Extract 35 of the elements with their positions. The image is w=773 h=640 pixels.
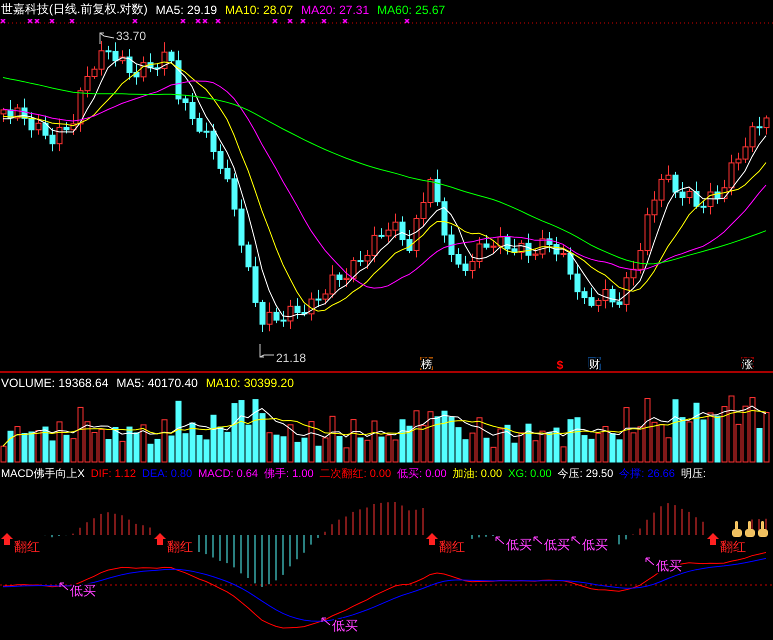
signal-label: 低买 — [332, 618, 358, 633]
indicator-value: 今压: 29.50 — [558, 467, 614, 481]
indicator-value: 二次翻红: 0.00 — [320, 467, 392, 481]
signal-label: 低买 — [544, 537, 570, 552]
indicator-value: MACD: 0.64 — [198, 468, 258, 480]
indicator-value: MA5: 29.19 — [156, 2, 218, 16]
indicator-value: XG: 0.00 — [508, 468, 552, 480]
indicator-value: 今撑: 26.66 — [619, 467, 675, 481]
signal-label: 翻红 — [439, 539, 465, 554]
indicator-value: DIF: 1.12 — [90, 468, 136, 480]
signal-label: 翻红 — [167, 539, 193, 554]
indicator-value: MA5: 40170.40 — [116, 376, 198, 390]
signal-label: 低买 — [582, 537, 608, 552]
indicator-value: MA60: 25.67 — [377, 2, 446, 16]
event-tag: 涨 — [741, 357, 754, 371]
high-price-label: 33.70 — [116, 29, 146, 43]
signal-label: 翻红 — [720, 539, 746, 554]
indicator-value: 加油: 0.00 — [452, 467, 502, 481]
indicator-title: MACD佛手向上X — [1, 467, 85, 481]
indicator-value: MA20: 27.31 — [301, 2, 370, 16]
indicator-value: 低买: 0.00 — [397, 467, 447, 481]
indicator-value: DEA: 0.80 — [142, 468, 192, 480]
signal-label: 低买 — [506, 537, 532, 552]
indicator-value: MA10: 28.07 — [225, 2, 294, 16]
signal-label: 翻红 — [14, 539, 40, 554]
indicator-value: MA10: 30399.20 — [206, 376, 294, 390]
indicator-value: 明压: — [680, 467, 706, 481]
signal-label: 低买 — [70, 583, 96, 598]
stock-title: 世嘉科技(日线.前复权.对数) — [1, 1, 148, 18]
indicator-value: 佛手: 1.00 — [264, 467, 314, 481]
event-tag: 财 — [588, 357, 601, 371]
event-tag: 榜 — [420, 357, 433, 371]
event-tag: $ — [556, 358, 564, 371]
indicator-value: VOLUME: 19368.64 — [1, 376, 108, 390]
low-price-label: 21.18 — [276, 351, 306, 365]
